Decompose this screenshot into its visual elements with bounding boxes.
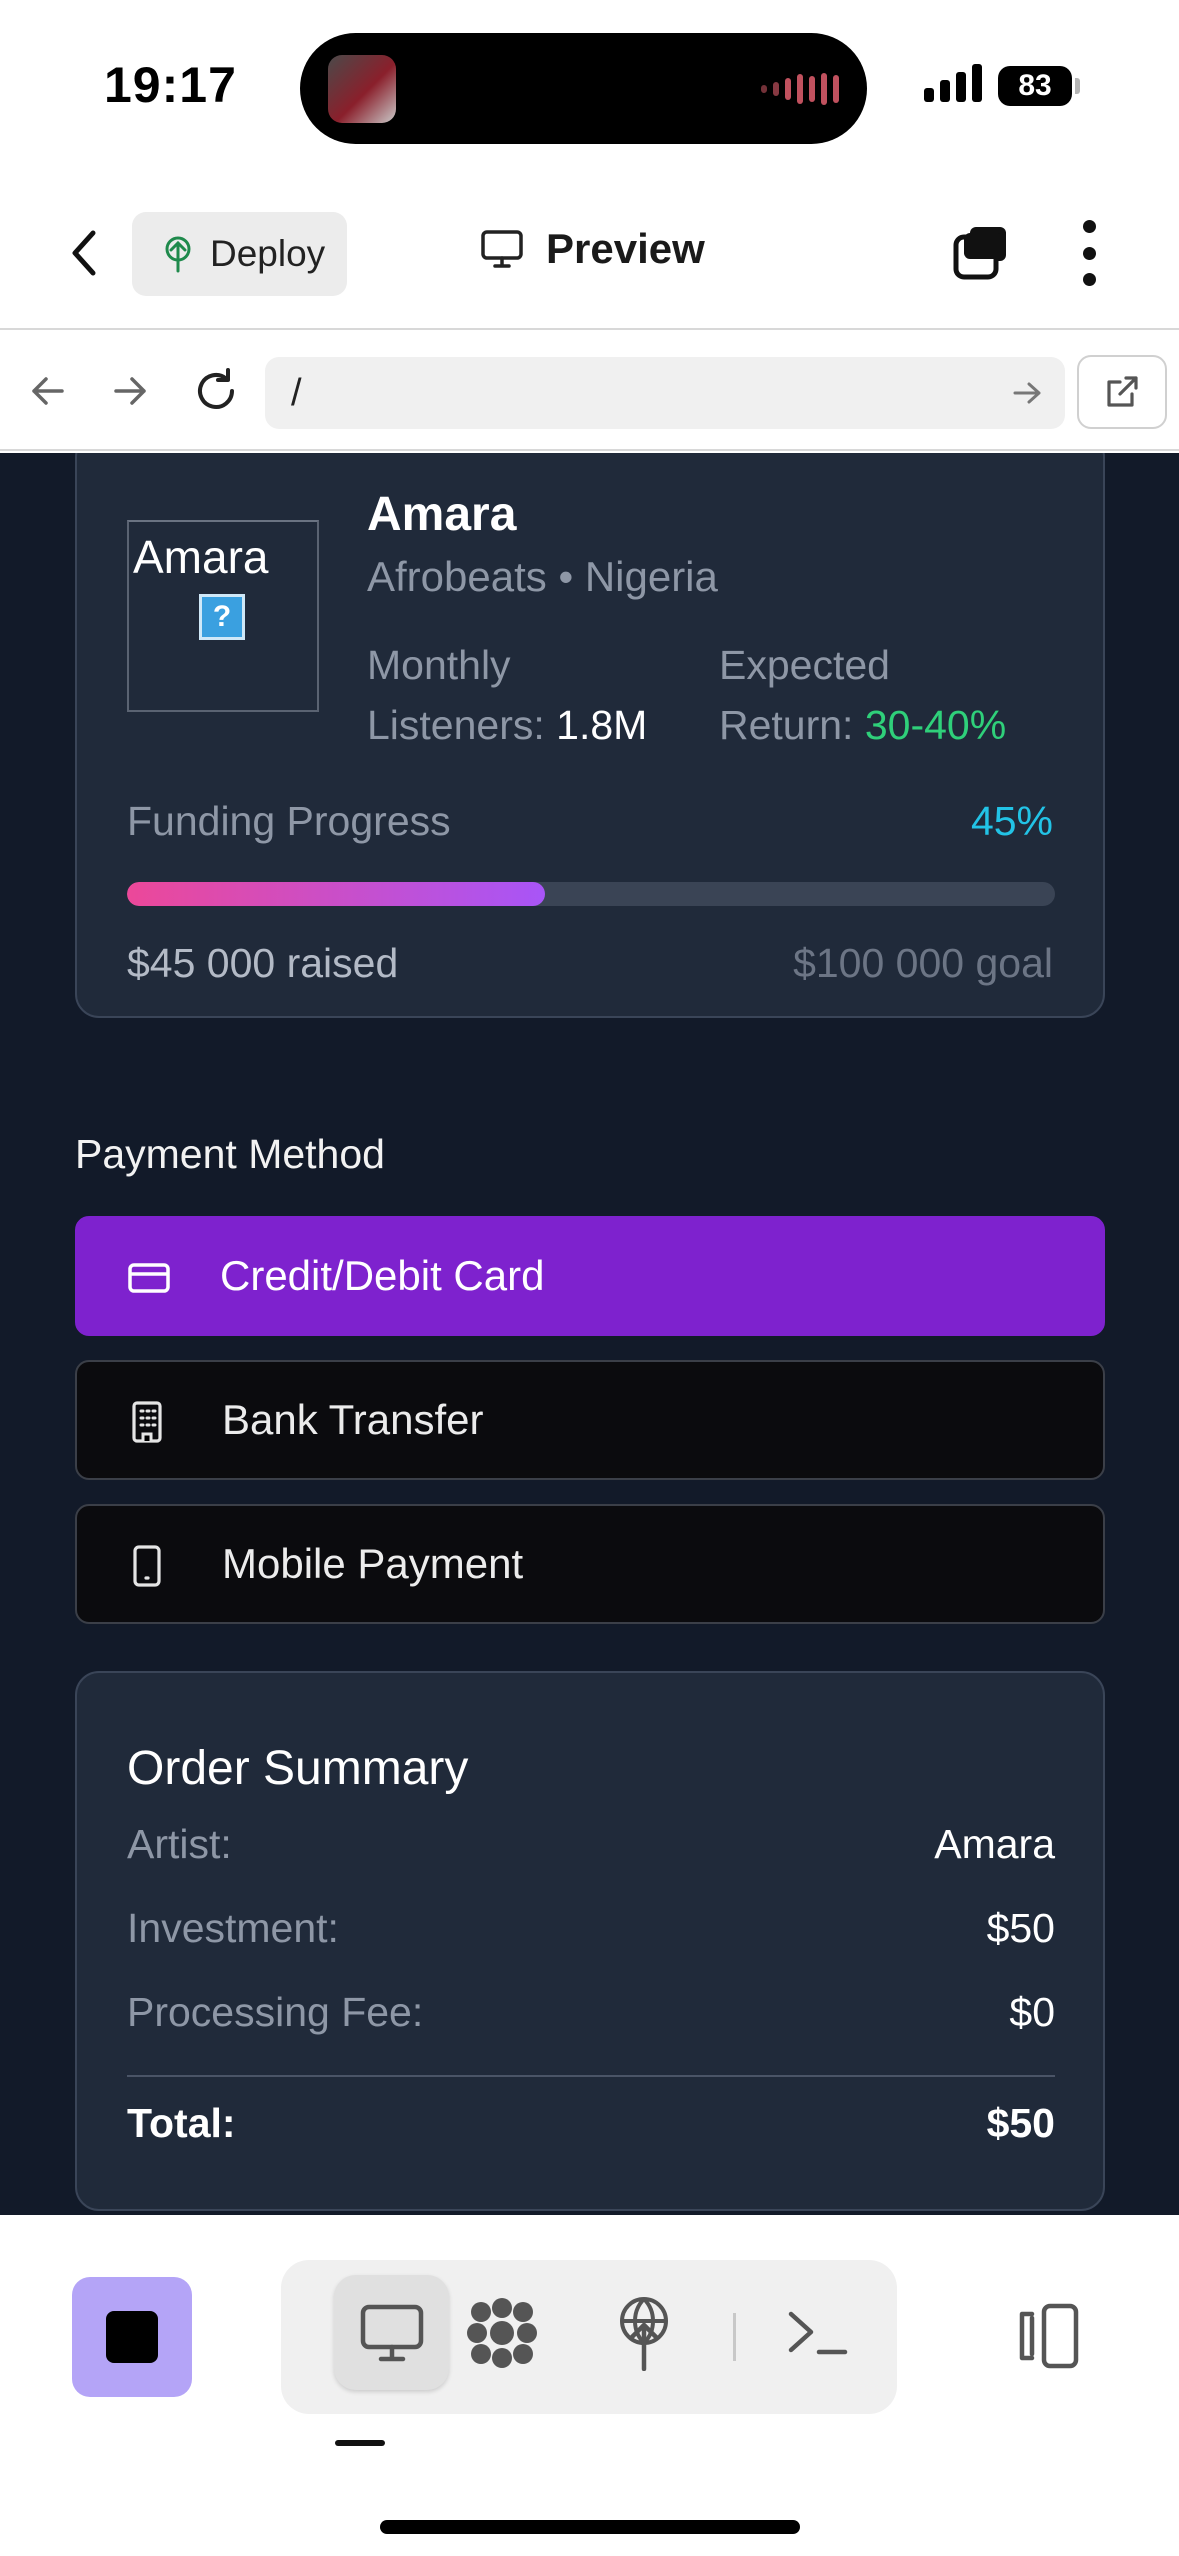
order-summary-title: Order Summary: [127, 1742, 469, 1795]
total-key: Total:: [127, 2100, 236, 2146]
tool-agent-button[interactable]: [444, 2275, 559, 2390]
url-text: /: [291, 372, 302, 414]
active-tool-indicator: [335, 2440, 385, 2446]
nav-forward-button[interactable]: [100, 361, 160, 421]
summary-key: Artist:: [127, 1821, 232, 1867]
go-arrow-icon: [1013, 382, 1041, 404]
broken-image-icon: ?: [199, 594, 245, 640]
tabs-icon: [953, 227, 1006, 280]
arrow-right-icon: [114, 377, 146, 405]
panel-toggle-button[interactable]: [1010, 2300, 1082, 2372]
funding-progress-bar: [127, 882, 1055, 906]
deploy-icon: [165, 236, 191, 273]
artist-card: Amara ? Amara Afrobeats • Nigeria Monthl…: [75, 453, 1105, 1018]
reload-icon: [198, 368, 234, 409]
tool-switcher: [281, 2260, 897, 2414]
status-bar: 19:17 83: [0, 0, 1179, 175]
back-button[interactable]: [60, 223, 110, 283]
artist-genre-country: Afrobeats • Nigeria: [367, 553, 718, 600]
funding-progress-fill: [127, 882, 545, 906]
home-indicator[interactable]: [380, 2520, 800, 2534]
more-dot: [1082, 273, 1096, 286]
listeners-value: 1.8M: [556, 702, 648, 748]
tool-shell-button[interactable]: [760, 2275, 875, 2390]
expected-return-stat: Expected Return: 30-40%: [719, 635, 1006, 755]
tool-separator: [733, 2313, 736, 2361]
tool-deploy-button[interactable]: [586, 2275, 701, 2390]
web-preview[interactable]: Amara ? Amara Afrobeats • Nigeria Monthl…: [0, 453, 1179, 2215]
deploy-label: Deploy: [210, 233, 326, 274]
deploy-button[interactable]: Deploy: [132, 212, 347, 296]
dynamic-island[interactable]: [300, 33, 867, 144]
url-input[interactable]: /: [265, 357, 1065, 429]
more-dot: [1082, 246, 1096, 260]
summary-value: $50: [986, 1905, 1055, 1951]
stop-icon: [106, 2311, 158, 2363]
stop-button[interactable]: [72, 2277, 192, 2397]
funding-goal: $100 000 goal: [793, 940, 1053, 986]
status-time: 19:17: [104, 57, 237, 113]
funding-progress-label: Funding Progress: [127, 798, 451, 844]
payment-option-card[interactable]: Credit/Debit Card: [75, 1216, 1105, 1336]
building-icon: [132, 1401, 162, 1443]
arrow-left-icon: [32, 377, 64, 405]
listeners-label-2: Listeners:: [367, 702, 545, 748]
summary-value: Amara: [934, 1821, 1055, 1867]
deploy-icon: [619, 2296, 668, 2371]
summary-row-total: Total: $50: [127, 2100, 1055, 2147]
payment-option-label: Mobile Payment: [222, 1540, 524, 1587]
funding-percent: 45%: [970, 798, 1053, 844]
monitor-icon: [481, 230, 523, 268]
chevron-left-icon: [72, 230, 96, 276]
preview-tab[interactable]: Preview: [480, 225, 705, 273]
terminal-icon: [788, 2311, 847, 2354]
total-value: $50: [986, 2100, 1055, 2146]
more-options-button[interactable]: [1070, 220, 1108, 286]
return-label-1: Expected: [719, 642, 890, 688]
browser-nav-bar: /: [0, 331, 1179, 451]
summary-divider: [127, 2075, 1055, 2077]
agent-icon: [466, 2297, 537, 2368]
return-label-2: Return:: [719, 702, 854, 748]
tabs-button[interactable]: [950, 223, 1012, 283]
reload-button[interactable]: [186, 361, 246, 421]
summary-row-artist: Artist: Amara: [127, 1821, 1055, 1868]
payment-option-mobile[interactable]: Mobile Payment: [75, 1504, 1105, 1624]
bottom-toolbar: [0, 2215, 1179, 2556]
monthly-listeners-stat: Monthly Listeners: 1.8M: [367, 635, 647, 755]
payment-option-bank[interactable]: Bank Transfer: [75, 1360, 1105, 1480]
summary-row-fee: Processing Fee: $0: [127, 1989, 1055, 2036]
amount-raised: $45 000 raised: [127, 940, 399, 986]
more-dot: [1082, 220, 1096, 233]
payment-option-label: Credit/Debit Card: [220, 1252, 545, 1299]
external-link-icon: [1107, 376, 1138, 407]
summary-value: $0: [1009, 1989, 1055, 2035]
artist-name: Amara: [367, 488, 517, 541]
open-external-button[interactable]: [1077, 355, 1167, 429]
smartphone-icon: [133, 1545, 161, 1587]
panel-toggle-icon: [1019, 2303, 1079, 2369]
summary-key: Processing Fee:: [127, 1989, 424, 2035]
nav-back-button[interactable]: [18, 361, 78, 421]
artist-image-alt-text: Amara: [133, 531, 269, 583]
summary-key: Investment:: [127, 1905, 339, 1951]
cellular-signal-icon: [924, 62, 982, 102]
audio-waveform-icon: [761, 71, 839, 107]
summary-row-investment: Investment: $50: [127, 1905, 1055, 1952]
listeners-label-1: Monthly: [367, 642, 511, 688]
battery-indicator: 83: [998, 66, 1080, 106]
credit-card-icon: [128, 1263, 170, 1293]
artist-image: Amara ?: [127, 520, 319, 712]
return-value: 30-40%: [864, 702, 1007, 748]
order-summary-card: Order Summary Artist: Amara Investment: …: [75, 1671, 1105, 2211]
payment-method-label: Payment Method: [75, 1131, 385, 1177]
monitor-icon: [360, 2304, 423, 2361]
tool-preview-button[interactable]: [334, 2275, 449, 2390]
app-toolbar: Deploy Preview: [0, 175, 1179, 330]
payment-option-label: Bank Transfer: [222, 1396, 484, 1443]
now-playing-artwork: [328, 55, 396, 123]
preview-label: Preview: [546, 225, 705, 272]
